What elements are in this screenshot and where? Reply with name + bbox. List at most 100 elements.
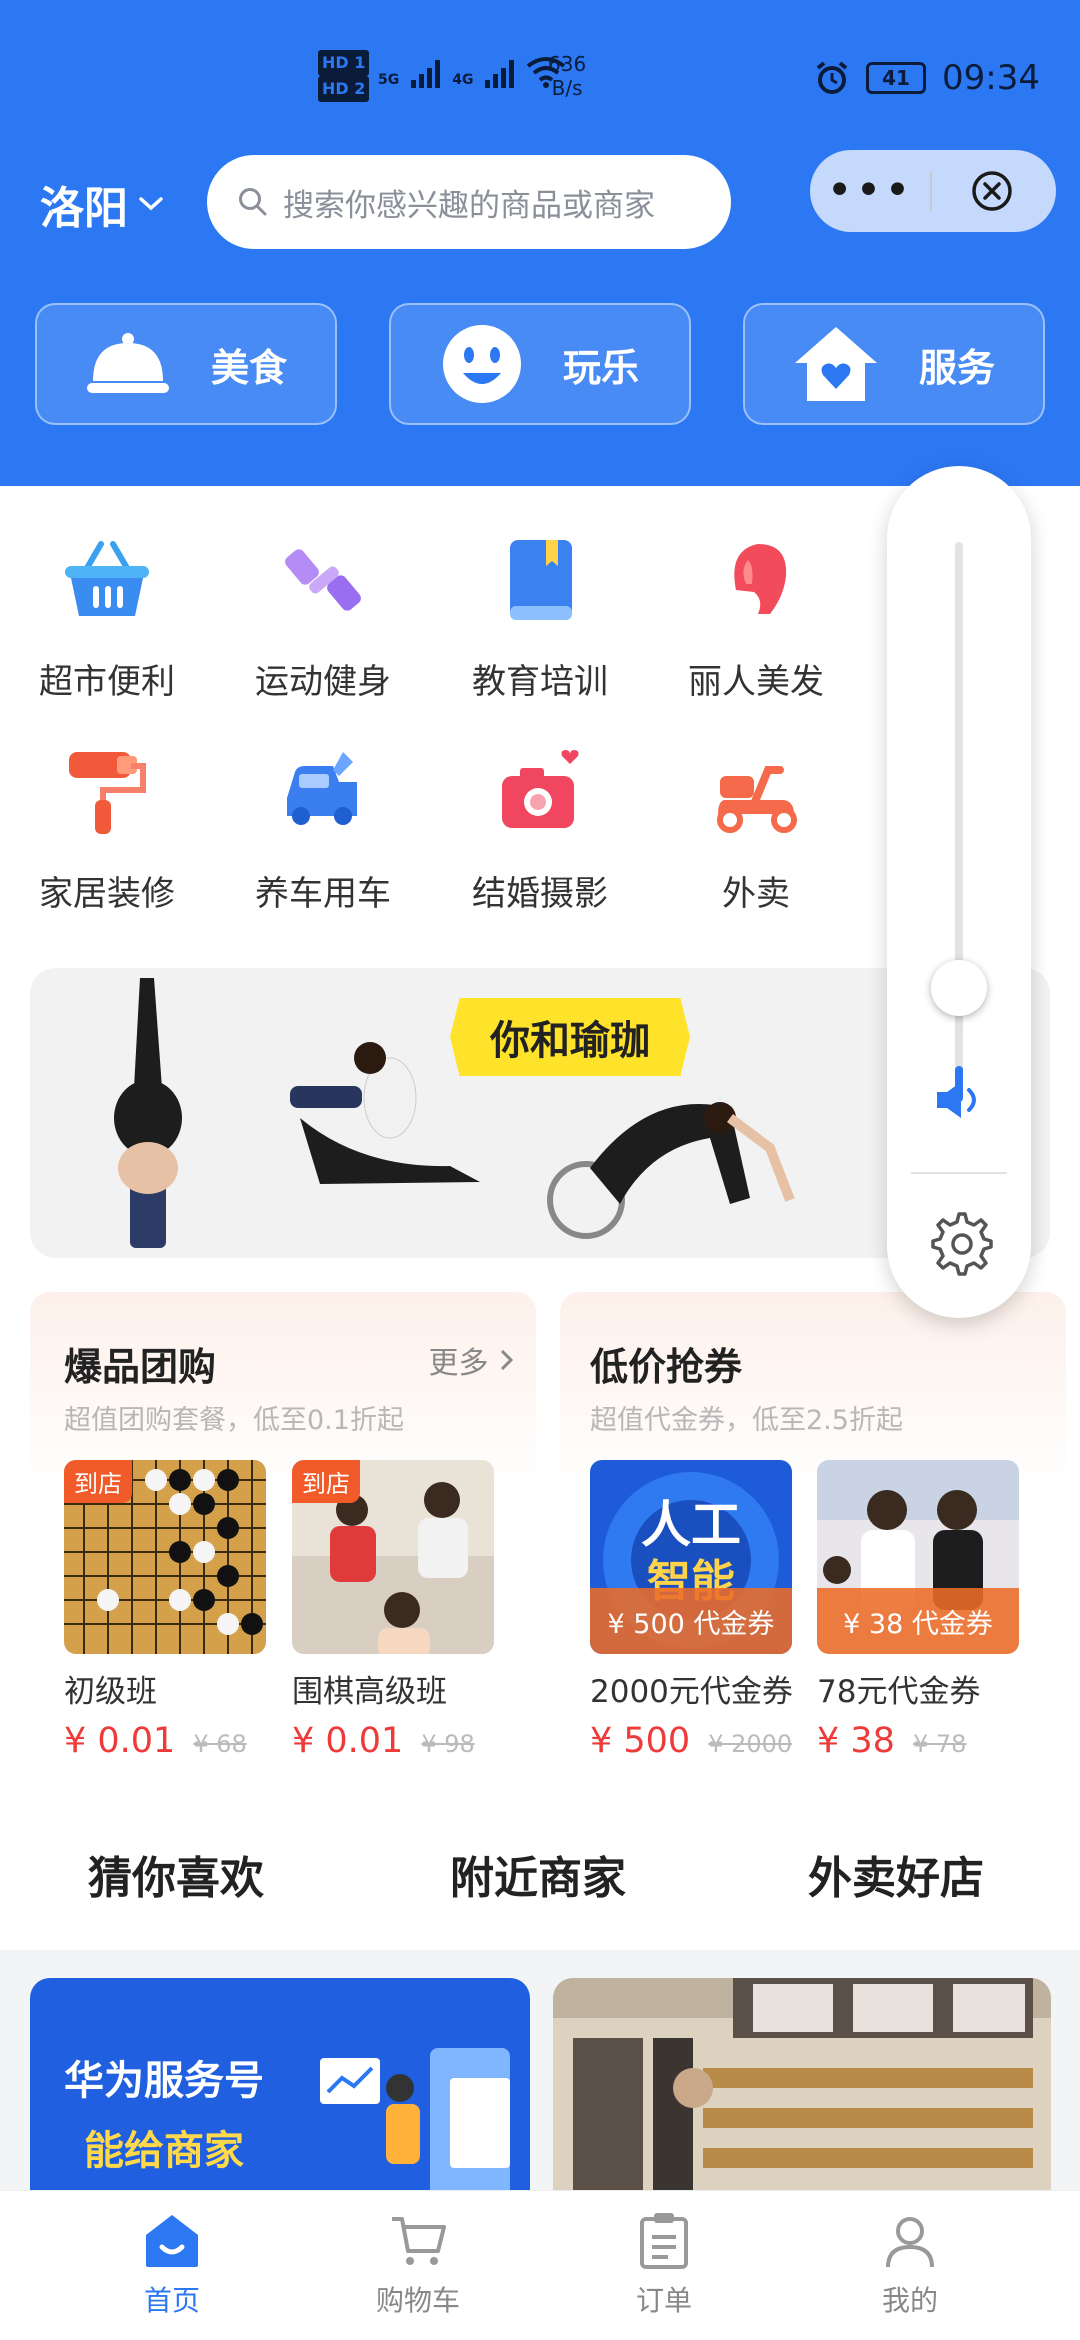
category-label: 超市便利: [39, 662, 175, 702]
camera-heart-icon: [502, 750, 579, 828]
price-original: ¥ 98: [421, 1730, 475, 1758]
store-image: [553, 1978, 1051, 2198]
category-home-decor[interactable]: 家居装修: [7, 742, 207, 915]
category-label: 家居装修: [39, 874, 175, 914]
close-icon: [972, 171, 1012, 211]
price-current: ¥ 500: [590, 1721, 691, 1761]
coupon-price: ¥ 500 ¥ 2000: [590, 1721, 792, 1761]
product-name: 围棋高级班: [292, 1674, 447, 1710]
sim-indicators: HD 1 HD 2: [318, 50, 370, 102]
nav-cart[interactable]: 购物车: [318, 2211, 518, 2319]
food-cloche-icon: [86, 333, 169, 393]
nav-label: 订单: [635, 2284, 692, 2317]
close-button[interactable]: [932, 169, 1052, 213]
category-label: 丽人美发: [688, 662, 824, 702]
group-buy-title: 爆品团购: [64, 1345, 217, 1389]
in-store-tag: 到店: [292, 1460, 360, 1503]
coupon-image-people: ¥ 38 代金券: [817, 1460, 1019, 1654]
product-name: 初级班: [64, 1674, 157, 1710]
signal-5g-icon: [411, 60, 441, 88]
nav-profile[interactable]: 我的: [810, 2211, 1010, 2319]
group-buy-card[interactable]: 爆品团购 更多 超值团购套餐，低至0.1折起 到店 初级班 ¥ 0.01 ¥ 68: [30, 1292, 536, 1786]
feed-card-store[interactable]: [553, 1978, 1051, 2198]
coupon-card[interactable]: 低价抢券 超值代金券，低至2.5折起 人工 智能 ¥ 500 代金券 2000元…: [560, 1292, 1066, 1786]
coupon-name: 2000元代金券: [590, 1674, 793, 1710]
bottom-navigation: 首页 购物车 订单 我的: [0, 2190, 1080, 2340]
voucher-overlay: ¥ 500 代金券: [590, 1588, 792, 1654]
price-original: ¥ 68: [193, 1730, 247, 1758]
group-buy-subtitle: 超值团购套餐，低至0.1折起: [64, 1405, 404, 1436]
banner-title: 你和瑜珈: [450, 998, 690, 1076]
category-supermarket[interactable]: 超市便利: [7, 530, 207, 703]
network-speed-value: 636: [548, 52, 587, 76]
price-current: ¥ 0.01: [64, 1721, 176, 1761]
quick-category-food[interactable]: 美食: [35, 303, 337, 425]
category-car-service[interactable]: 养车用车: [223, 742, 423, 915]
chevron-down-icon: [139, 197, 163, 211]
category-fitness[interactable]: 运动健身: [223, 530, 423, 703]
signal-indicators: 5G 4G: [378, 56, 566, 88]
feed-card-line2: 能给商家: [84, 2128, 244, 2174]
profile-icon: [886, 2217, 934, 2268]
speaker-icon[interactable]: [933, 1078, 985, 1122]
more-label: 更多: [428, 1346, 489, 1381]
coupon-price: ¥ 38 ¥ 78: [817, 1721, 1019, 1761]
category-wedding-photo[interactable]: 结婚摄影: [440, 742, 640, 915]
tab-takeout-shops[interactable]: 外卖好店: [808, 1842, 984, 1906]
hd1-badge: HD 1: [318, 50, 370, 76]
group-buy-more-link[interactable]: 更多: [428, 1338, 516, 1382]
quick-category-fun[interactable]: 玩乐: [389, 303, 691, 425]
product-price: ¥ 0.01 ¥ 98: [292, 1721, 494, 1761]
volume-divider: [911, 1172, 1007, 1174]
volume-slider-track[interactable]: [955, 542, 963, 1102]
order-icon: [640, 2213, 688, 2269]
more-button[interactable]: •••: [810, 169, 930, 213]
price-current: ¥ 0.01: [292, 1721, 404, 1761]
status-right: 41 09:34: [814, 58, 1040, 98]
voucher-overlay: ¥ 38 代金券: [817, 1588, 1019, 1654]
chart-illustration: [320, 2048, 510, 2198]
product-item[interactable]: 到店 围棋高级班 ¥ 0.01 ¥ 98: [292, 1460, 494, 1761]
scooter-icon: [717, 766, 797, 833]
coupon-title: 低价抢券: [590, 1345, 743, 1389]
category-beauty[interactable]: 丽人美发: [656, 530, 856, 703]
category-takeout[interactable]: 外卖: [656, 742, 856, 915]
gear-icon[interactable]: [925, 1208, 993, 1276]
category-education[interactable]: 教育培训: [440, 530, 640, 703]
price-original: ¥ 2000: [708, 1730, 793, 1758]
home-icon: [146, 2215, 198, 2267]
coupon-item[interactable]: ¥ 38 代金券 78元代金券 ¥ 38 ¥ 78: [817, 1460, 1019, 1761]
search-placeholder: 搜索你感兴趣的商品或商家: [283, 187, 655, 224]
network-4g-label: 4G: [452, 72, 474, 88]
product-item[interactable]: 到店 初级班 ¥ 0.01 ¥ 68: [64, 1460, 266, 1761]
car-wrench-icon: [287, 752, 357, 825]
network-speed-unit: B/s: [551, 76, 583, 100]
tab-guess-you-like[interactable]: 猜你喜欢: [88, 1842, 264, 1906]
smiley-face-icon: [442, 325, 521, 403]
product-image-go-board: 到店: [64, 1460, 266, 1654]
quick-category-service[interactable]: 服务: [743, 303, 1045, 425]
coupon-image-text-1: 人工: [641, 1496, 741, 1554]
paint-roller-icon: [69, 752, 146, 834]
coupon-name: 78元代金券: [817, 1674, 981, 1710]
nav-home[interactable]: 首页: [72, 2211, 272, 2319]
volume-slider-thumb[interactable]: [931, 960, 987, 1016]
coupon-subtitle: 超值代金券，低至2.5折起: [590, 1405, 903, 1436]
search-bar[interactable]: 搜索你感兴趣的商品或商家: [207, 155, 731, 249]
product-price: ¥ 0.01 ¥ 68: [64, 1721, 266, 1761]
house-heart-icon: [794, 327, 877, 401]
category-label: 运动健身: [255, 662, 391, 702]
feed-card-line1: 华为服务号: [64, 2058, 264, 2104]
search-icon: [239, 188, 267, 216]
feed-card-huawei[interactable]: 华为服务号 能给商家: [30, 1978, 530, 2198]
coupon-item[interactable]: 人工 智能 ¥ 500 代金券 2000元代金券 ¥ 500 ¥ 2000: [590, 1460, 793, 1761]
network-5g-label: 5G: [378, 72, 400, 88]
price-current: ¥ 38: [817, 1721, 895, 1761]
nav-orders[interactable]: 订单: [564, 2211, 764, 2319]
product-image-go-class: 到店: [292, 1460, 494, 1654]
nav-label: 购物车: [375, 2284, 460, 2317]
category-label: 养车用车: [255, 874, 391, 914]
tab-nearby-merchants[interactable]: 附近商家: [450, 1842, 626, 1906]
city-selector[interactable]: 洛阳: [40, 172, 164, 236]
cart-icon: [392, 2217, 446, 2265]
